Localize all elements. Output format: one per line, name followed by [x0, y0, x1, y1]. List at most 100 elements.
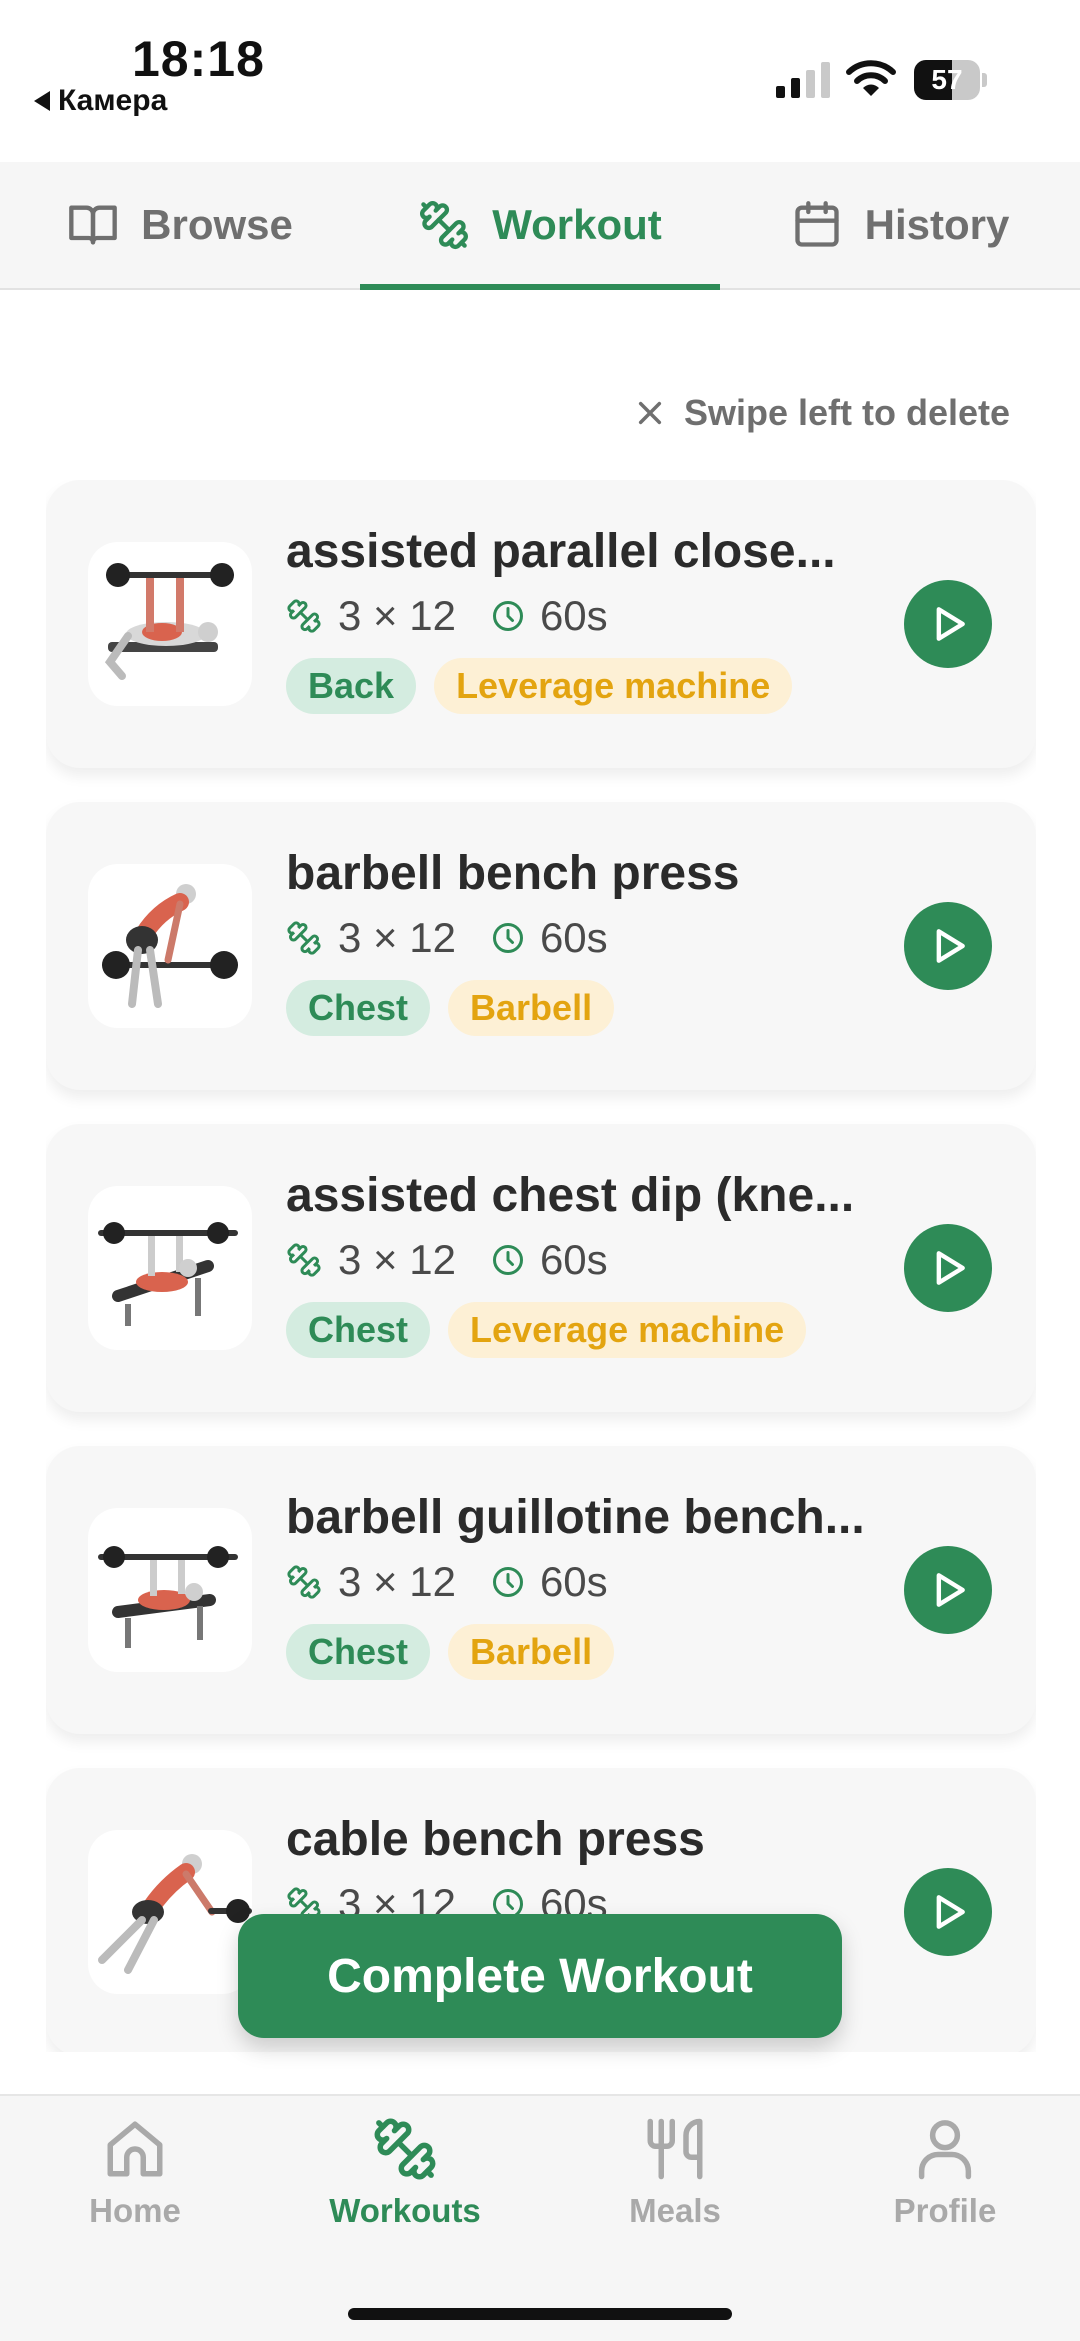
home-icon	[107, 2121, 163, 2177]
nav-home-label: Home	[89, 2192, 181, 2229]
equipment-tag: Leverage machine	[434, 658, 793, 714]
exercise-meta: 3 × 12 60s	[286, 592, 608, 640]
tab-browse-label: Browse	[141, 201, 293, 248]
nav-item-home[interactable]: Home	[0, 2116, 270, 2230]
exercise-figure-icon	[98, 1854, 252, 1974]
exercise-name: assisted chest dip (kne...	[286, 1169, 855, 1222]
exercise-meta: 3 × 12 60s	[286, 1236, 608, 1284]
fork-knife-icon	[647, 2118, 703, 2180]
equipment-tag: Barbell	[448, 1624, 615, 1680]
play-icon	[936, 929, 965, 963]
nav-item-profile[interactable]: Profile	[810, 2116, 1080, 2230]
rest-time: 60s	[539, 914, 608, 961]
tab-history[interactable]: History	[720, 162, 1080, 288]
exercise-thumbnail	[88, 1508, 252, 1672]
exercise-figure-icon	[104, 563, 234, 680]
exercise-name: cable bench press	[286, 1813, 705, 1866]
muscle-tag: Chest	[286, 1624, 431, 1680]
equipment-tag: Barbell	[448, 980, 615, 1036]
rest-time: 60s	[539, 592, 608, 639]
sets-reps: 3 × 12	[338, 1236, 456, 1283]
sets-reps: 3 × 12	[338, 1558, 456, 1605]
clock-icon	[492, 1245, 523, 1275]
sets-reps: 3 × 12	[338, 592, 456, 639]
top-tab-bar: Browse Workout History	[0, 162, 1080, 290]
clock-icon	[492, 923, 523, 953]
exercise-figure-icon	[98, 1222, 238, 1326]
nav-workouts-label: Workouts	[329, 2192, 481, 2229]
calendar-icon	[794, 201, 839, 247]
exercise-meta: 3 × 12 60s	[286, 914, 608, 962]
nav-profile-label: Profile	[893, 2192, 997, 2229]
exercise-meta: 3 × 12 60s	[286, 1558, 608, 1606]
exercise-tags: Chest Leverage machine	[286, 1302, 807, 1358]
book-icon	[69, 205, 117, 245]
tab-workout-label: Workout	[492, 201, 662, 248]
play-icon	[936, 607, 965, 641]
battery-indicator: 57	[914, 60, 987, 100]
back-triangle-icon	[34, 91, 50, 111]
play-button[interactable]	[904, 580, 992, 668]
dumbbell-icon	[287, 599, 321, 633]
play-button[interactable]	[904, 1224, 992, 1312]
back-app-label: Камера	[58, 84, 168, 117]
exercise-tags: Chest Barbell	[286, 980, 615, 1036]
exercise-tags: Chest Barbell	[286, 1624, 615, 1680]
status-bar: 18:18 Камера 57	[0, 0, 1080, 160]
rest-time: 60s	[539, 1558, 608, 1605]
nav-meals-label: Meals	[629, 2192, 721, 2229]
nav-item-meals[interactable]: Meals	[540, 2116, 810, 2230]
dumbbell-icon	[287, 1565, 321, 1599]
exercise-name: assisted parallel close...	[286, 525, 836, 578]
muscle-tag: Chest	[286, 980, 431, 1036]
bottom-nav: Home Workouts Meals Profile	[0, 2094, 1080, 2341]
close-icon	[638, 401, 662, 425]
exercise-thumbnail	[88, 1186, 252, 1350]
home-indicator	[348, 2308, 732, 2320]
exercise-card[interactable]: barbell bench press 3 × 12 60s Chest Bar…	[46, 802, 1036, 1090]
equipment-tag: Leverage machine	[448, 1302, 807, 1358]
tab-browse[interactable]: Browse	[0, 162, 360, 288]
cellular-signal-icon	[776, 62, 830, 98]
exercise-name: barbell bench press	[286, 847, 740, 900]
play-icon	[936, 1573, 965, 1607]
nav-item-workouts[interactable]: Workouts	[270, 2116, 540, 2230]
dumbbell-icon	[287, 921, 321, 955]
play-button[interactable]	[904, 1546, 992, 1634]
clock-icon	[492, 1567, 523, 1597]
sets-reps: 3 × 12	[338, 914, 456, 961]
play-button[interactable]	[904, 902, 992, 990]
rest-time: 60s	[539, 1236, 608, 1283]
status-time: 18:18	[132, 31, 265, 87]
exercise-tags: Back Leverage machine	[286, 658, 793, 714]
tab-workout[interactable]: Workout	[360, 162, 720, 290]
play-button[interactable]	[904, 1868, 992, 1956]
tab-history-label: History	[864, 201, 1010, 248]
swipe-hint-text: Swipe left to delete	[683, 392, 1010, 433]
exercise-thumbnail	[88, 542, 252, 706]
play-icon	[936, 1895, 965, 1929]
exercise-card[interactable]: assisted chest dip (kne... 3 × 12 60s Ch…	[46, 1124, 1036, 1412]
play-icon	[936, 1251, 965, 1285]
dumbbell-icon	[287, 1243, 321, 1277]
exercise-figure-icon	[98, 1546, 238, 1648]
person-icon	[918, 2120, 972, 2180]
dumbbell-icon	[374, 2118, 436, 2180]
battery-level: 57	[931, 64, 963, 95]
clock-icon	[492, 601, 523, 631]
muscle-tag: Chest	[286, 1302, 431, 1358]
exercise-name: barbell guillotine bench...	[286, 1491, 865, 1544]
active-tab-indicator	[360, 284, 720, 290]
swipe-hint: Swipe left to delete	[636, 392, 1010, 434]
exercise-list[interactable]: assisted parallel close... 3 × 12 60s Ba…	[46, 480, 1036, 2052]
muscle-tag: Back	[286, 658, 417, 714]
exercise-figure-icon	[102, 884, 238, 1008]
exercise-thumbnail	[88, 864, 252, 1028]
exercise-card[interactable]: assisted parallel close... 3 × 12 60s Ba…	[46, 480, 1036, 768]
wifi-icon	[846, 60, 896, 96]
complete-workout-button[interactable]: Complete Workout	[238, 1914, 842, 2038]
exercise-card[interactable]: barbell guillotine bench... 3 × 12 60s C…	[46, 1446, 1036, 1734]
back-to-app-link[interactable]: Камера	[34, 84, 167, 118]
exercise-thumbnail	[88, 1830, 252, 1994]
dumbbell-icon	[420, 201, 469, 250]
